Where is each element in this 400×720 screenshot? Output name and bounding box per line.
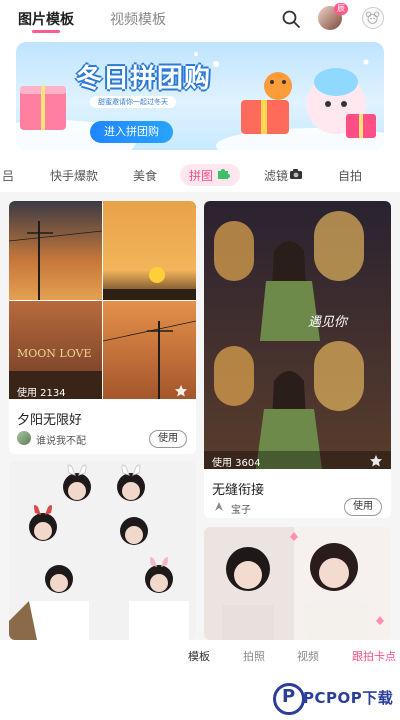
category-item-food[interactable]: 美食 [133, 167, 157, 184]
card-title: 夕阳无限好 [17, 413, 83, 428]
favorite-star-icon[interactable] [369, 454, 383, 468]
use-count: 使用 2134 [17, 388, 66, 399]
author-avatar [215, 502, 223, 511]
search-icon[interactable] [281, 9, 301, 29]
category-item-filter[interactable]: 滤镜 [264, 167, 288, 184]
template-card-seamless[interactable]: 遇见你 使用 3604 无缝衔接 宝子 使用 [204, 201, 391, 518]
card-author: 谁说我不配 [36, 436, 86, 447]
watermark-letter: P [282, 686, 296, 707]
card-title: 无缝衔接 [212, 483, 265, 498]
banner-subtitle: 甜蜜邀请你一起过冬天 [90, 96, 176, 108]
watermark-text: PCPOP下载 [303, 689, 394, 707]
banner-title: 冬日拼团购 [76, 64, 212, 94]
watermark-logo: P PCPOP下载 [273, 683, 397, 717]
template-card-bunny-collage[interactable] [9, 461, 196, 640]
tab-video-templates[interactable]: 视频模板 [110, 9, 166, 29]
category-label-collage: 拼图 [189, 169, 214, 183]
tab-image-templates[interactable]: 图片模板 [18, 9, 74, 33]
category-item-kuaishou-hits[interactable]: 快手爆款 [50, 167, 98, 184]
overlay-text-handwriting: 遇见你 [308, 315, 348, 330]
top-bar: 图片模板 视频模板 辰 [0, 0, 400, 38]
template-card-portrait-collage[interactable] [204, 527, 391, 640]
template-thumbnail [204, 201, 391, 469]
use-count: 使用 3604 [212, 458, 261, 469]
nav-tab-photo[interactable]: 拍照 [243, 648, 265, 664]
nav-tab-templates[interactable]: 模板 [188, 648, 210, 664]
template-thumbnail [9, 461, 196, 640]
puzzle-icon [218, 169, 230, 179]
promo-banner[interactable]: 冬日拼团购 甜蜜邀请你一起过冬天 进入拼团购 [16, 42, 384, 150]
join-group-buy-button[interactable]: 进入拼团购 [90, 121, 173, 143]
category-item-selfie[interactable]: 自拍 [338, 167, 362, 184]
bear-icon[interactable] [362, 7, 384, 29]
use-template-button[interactable]: 使用 [344, 498, 382, 516]
category-item-partial[interactable]: 吕 [2, 167, 14, 184]
nav-tab-beat-sync[interactable]: 跟拍卡点 [352, 648, 396, 664]
nav-tab-video[interactable]: 视频 [297, 648, 319, 664]
use-template-button[interactable]: 使用 [149, 430, 187, 448]
avatar-badge: 辰 [334, 3, 348, 15]
favorite-star-icon[interactable] [174, 384, 188, 398]
template-card-sunset[interactable]: MOON LOVE 使用 2134 夕阳无限好 谁说我不配 使用 [9, 201, 196, 454]
template-thumbnail [9, 201, 196, 399]
author-avatar [17, 431, 31, 445]
camera-icon [290, 169, 302, 179]
overlay-text-moon-love: MOON LOVE [17, 347, 92, 360]
category-row: 吕 快手爆款 美食 拼图 滤镜 自拍 [0, 162, 400, 190]
card-author: 宝子 [231, 505, 251, 516]
template-thumbnail [204, 527, 391, 640]
